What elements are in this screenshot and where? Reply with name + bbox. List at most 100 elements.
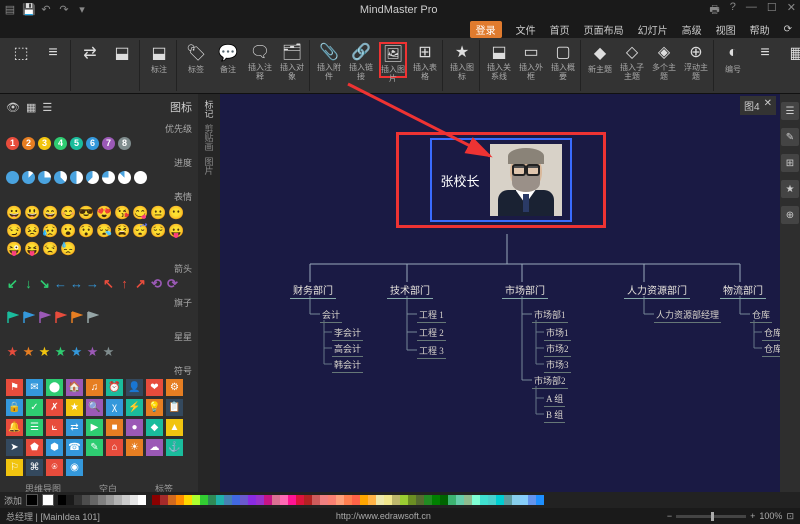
side-tab-clipart[interactable]: 剪贴画 — [203, 124, 216, 151]
symbol-28[interactable]: ⬟ — [26, 439, 43, 456]
star-6[interactable]: ★ — [102, 345, 115, 358]
priority-4[interactable]: 4 — [54, 137, 67, 150]
ribbon-插入链接[interactable]: 🔗插入链接 — [347, 42, 375, 78]
ribbon-▦[interactable]: ▦ — [783, 42, 800, 78]
branch-node[interactable]: 人力资源部门 — [624, 282, 690, 299]
child-node[interactable]: 工程 2 — [417, 326, 446, 341]
emoji-5[interactable]: 😍 — [96, 205, 111, 220]
canvas-tab[interactable]: 图4 — [744, 98, 760, 113]
branch-node[interactable]: 财务部门 — [290, 282, 336, 299]
swatch[interactable] — [392, 495, 400, 505]
symbol-33[interactable]: ☀ — [126, 439, 143, 456]
swatch[interactable] — [400, 495, 408, 505]
symbol-18[interactable]: 🔔 — [6, 419, 23, 436]
symbol-2[interactable]: ⬤ — [46, 379, 63, 396]
ribbon-插入图标[interactable]: ★插入图标 — [448, 42, 476, 78]
ribbon-浮动主题[interactable]: ⊕浮动主题 — [682, 42, 710, 78]
ribbon-≡[interactable]: ≡ — [39, 42, 67, 78]
swatch[interactable] — [520, 495, 528, 505]
swatch[interactable] — [536, 495, 544, 505]
ribbon-插入概要[interactable]: ▢插入概要 — [549, 42, 577, 78]
ribbon-插入图片[interactable]: 🖼插入图片 — [379, 42, 407, 78]
swatch[interactable] — [512, 495, 520, 505]
swatch[interactable] — [280, 495, 288, 505]
save-icon[interactable]: 💾 — [22, 4, 34, 16]
menu-refresh-icon[interactable]: ⟳ — [784, 24, 792, 35]
list-icon[interactable]: ☰ — [42, 101, 52, 114]
symbol-30[interactable]: ☎ — [66, 439, 83, 456]
emoji-11[interactable]: 😣 — [24, 223, 39, 238]
side-tab-mark[interactable]: 标记 — [203, 100, 216, 118]
child-node[interactable]: 人力资源部经理 — [654, 308, 721, 323]
swatch[interactable] — [456, 495, 464, 505]
flag-0[interactable] — [6, 311, 19, 324]
leaf-node[interactable]: 市场3 — [544, 358, 571, 373]
arrow-7[interactable]: ↑ — [118, 277, 131, 290]
swatch[interactable] — [138, 495, 146, 505]
symbol-34[interactable]: ☁ — [146, 439, 163, 456]
swatch[interactable] — [90, 495, 98, 505]
ribbon-标注[interactable]: ⬓标注 — [145, 42, 173, 78]
swatch[interactable] — [272, 495, 280, 505]
ribbon-⇄[interactable]: ⇄ — [76, 42, 104, 78]
symbol-17[interactable]: 📋 — [166, 399, 183, 416]
swatch[interactable] — [184, 495, 192, 505]
progress-3[interactable] — [54, 171, 67, 184]
swatch[interactable] — [152, 495, 160, 505]
swatch[interactable] — [304, 495, 312, 505]
swatch[interactable] — [528, 495, 536, 505]
swatch[interactable] — [216, 495, 224, 505]
ribbon-≡[interactable]: ≡ — [751, 42, 779, 78]
swatch[interactable] — [82, 495, 90, 505]
symbol-29[interactable]: ⬢ — [46, 439, 63, 456]
emoji-18[interactable]: 😌 — [150, 223, 165, 238]
menu-view[interactable]: 视图 — [716, 22, 736, 37]
emoji-22[interactable]: 😒 — [42, 241, 57, 256]
ribbon-插入外框[interactable]: ▭插入外框 — [517, 42, 545, 78]
swatch[interactable] — [296, 495, 304, 505]
arrow-0[interactable]: ↙ — [6, 277, 19, 290]
symbol-7[interactable]: ❤ — [146, 379, 163, 396]
symbol-22[interactable]: ▶ — [86, 419, 103, 436]
child-node[interactable]: 工程 3 — [417, 344, 446, 359]
symbol-13[interactable]: 🔍 — [86, 399, 103, 416]
swatch[interactable] — [472, 495, 480, 505]
swatch[interactable] — [344, 495, 352, 505]
zoom-control[interactable]: − + 100% ⊡ — [667, 511, 794, 522]
arrow-10[interactable]: ⟳ — [166, 277, 179, 290]
grid-icon[interactable]: ▦ — [26, 101, 36, 114]
ribbon-插入对象[interactable]: 🗂插入对象 — [278, 42, 306, 78]
swatch[interactable] — [208, 495, 216, 505]
emoji-14[interactable]: 😯 — [78, 223, 93, 238]
priority-3[interactable]: 3 — [38, 137, 51, 150]
symbol-6[interactable]: 👤 — [126, 379, 143, 396]
help-icon[interactable]: ? — [730, 1, 736, 20]
progress-0[interactable] — [6, 171, 19, 184]
swatch[interactable] — [74, 495, 82, 505]
arrow-2[interactable]: ↘ — [38, 277, 51, 290]
emoji-6[interactable]: 😘 — [114, 205, 129, 220]
ribbon-插入表格[interactable]: ⊞插入表格 — [411, 42, 439, 78]
flag-1[interactable] — [22, 311, 35, 324]
swatch[interactable] — [432, 495, 440, 505]
swatch[interactable] — [328, 495, 336, 505]
symbol-5[interactable]: ⏰ — [106, 379, 123, 396]
flag-5[interactable] — [86, 311, 99, 324]
priority-8[interactable]: 8 — [118, 137, 131, 150]
swatch[interactable] — [416, 495, 424, 505]
swatch[interactable] — [248, 495, 256, 505]
emoji-13[interactable]: 😮 — [60, 223, 75, 238]
ribbon-编号[interactable]: ◐编号 — [719, 42, 747, 78]
arrow-8[interactable]: ↗ — [134, 277, 147, 290]
swatch[interactable] — [424, 495, 432, 505]
close-icon[interactable]: ✕ — [787, 1, 796, 20]
symbol-9[interactable]: 🔒 — [6, 399, 23, 416]
swatch[interactable] — [368, 495, 376, 505]
swatch[interactable] — [106, 495, 114, 505]
progress-4[interactable] — [70, 171, 83, 184]
emoji-8[interactable]: 😐 — [150, 205, 165, 220]
symbol-11[interactable]: ✗ — [46, 399, 63, 416]
leaf-node[interactable]: 李会计 — [332, 326, 363, 341]
zoom-out-icon[interactable]: − — [667, 511, 672, 521]
leaf-node[interactable]: B 组 — [544, 408, 565, 423]
